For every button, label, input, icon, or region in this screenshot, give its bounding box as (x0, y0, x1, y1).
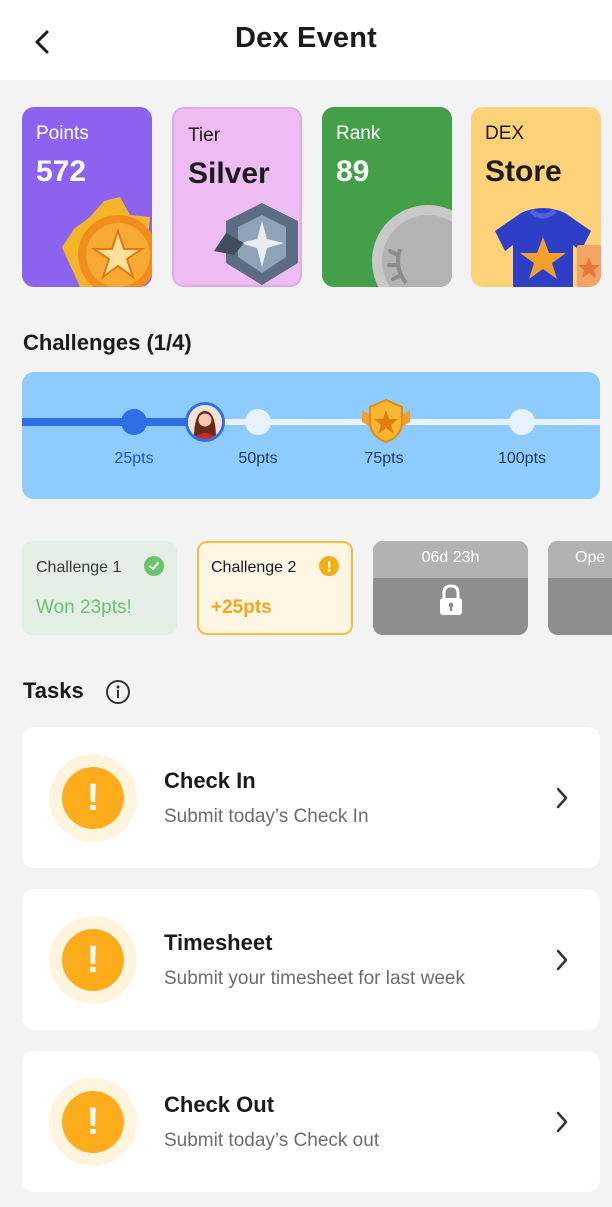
milestone-node-4 (509, 409, 535, 435)
rank-value: 89 (336, 155, 370, 188)
avatar (185, 402, 225, 442)
store-label: DEX (485, 123, 525, 144)
shield-icon (362, 398, 410, 444)
challenge-card-3[interactable]: 06d 23h (373, 541, 528, 635)
points-card[interactable]: Points 572 (22, 107, 152, 287)
challenge-card-2[interactable]: Challenge 2 +25pts (197, 541, 353, 635)
milestone-label-3: 75pts (364, 450, 404, 467)
challenge-progress: 25pts 50pts 75pts 100pts (22, 372, 600, 499)
milestone-label-2: 50pts (238, 450, 278, 467)
task-title: Timesheet (164, 930, 273, 955)
task-title: Check In (164, 768, 256, 793)
task-check-out[interactable]: ! Check Out Submit today’s Check out (22, 1051, 600, 1192)
task-subtitle: Submit today’s Check out (164, 1130, 380, 1151)
warning-icon (319, 556, 339, 576)
challenge-1-title: Challenge 1 (36, 559, 122, 576)
milestone-node-1 (121, 409, 147, 435)
chevron-right-icon (556, 1111, 568, 1133)
tasks-title: Tasks (23, 678, 84, 703)
tier-label: Tier (188, 125, 221, 146)
tier-card[interactable]: Tier Silver (172, 107, 302, 287)
challenges-title: Challenges (1/4) (23, 330, 192, 355)
challenge-4-timer: Ope (548, 541, 612, 578)
chevron-right-icon (556, 949, 568, 971)
warning-icon: ! (49, 754, 137, 842)
header: Dex Event (0, 0, 612, 80)
challenge-2-points: +25pts (211, 597, 272, 618)
progress-fill (22, 418, 187, 426)
tier-badge-icon (214, 203, 298, 285)
store-value: Store (485, 155, 562, 188)
tier-value: Silver (188, 157, 270, 190)
rank-medal-icon (372, 205, 452, 287)
task-check-in[interactable]: ! Check In Submit today’s Check In (22, 727, 600, 868)
info-icon[interactable] (105, 679, 131, 705)
medal-icon (62, 197, 152, 287)
store-card[interactable]: DEX Store (471, 107, 601, 287)
rank-card[interactable]: Rank 89 (322, 107, 452, 287)
points-value: 572 (36, 155, 87, 188)
milestone-label-4: 100pts (497, 450, 547, 467)
challenge-card-1[interactable]: Challenge 1 Won 23pts! (22, 541, 177, 635)
milestone-node-2 (245, 409, 271, 435)
challenge-2-title: Challenge 2 (211, 559, 297, 576)
task-timesheet[interactable]: ! Timesheet Submit your timesheet for la… (22, 889, 600, 1030)
page-title: Dex Event (234, 22, 378, 54)
task-subtitle: Submit today’s Check In (164, 806, 369, 827)
task-title: Check Out (164, 1092, 275, 1117)
lock-icon (440, 584, 462, 615)
challenge-3-timer: 06d 23h (373, 541, 528, 578)
points-label: Points (36, 123, 89, 144)
shirt-icon (495, 208, 601, 287)
check-icon (144, 556, 164, 576)
challenge-1-points: Won 23pts! (36, 597, 132, 618)
rank-label: Rank (336, 123, 381, 144)
warning-icon: ! (49, 1078, 137, 1166)
challenge-card-4[interactable]: Ope (548, 541, 612, 635)
milestone-label-1: 25pts (114, 450, 154, 467)
warning-icon: ! (49, 916, 137, 1004)
chevron-right-icon (556, 787, 568, 809)
task-subtitle: Submit your timesheet for last week (164, 968, 465, 989)
